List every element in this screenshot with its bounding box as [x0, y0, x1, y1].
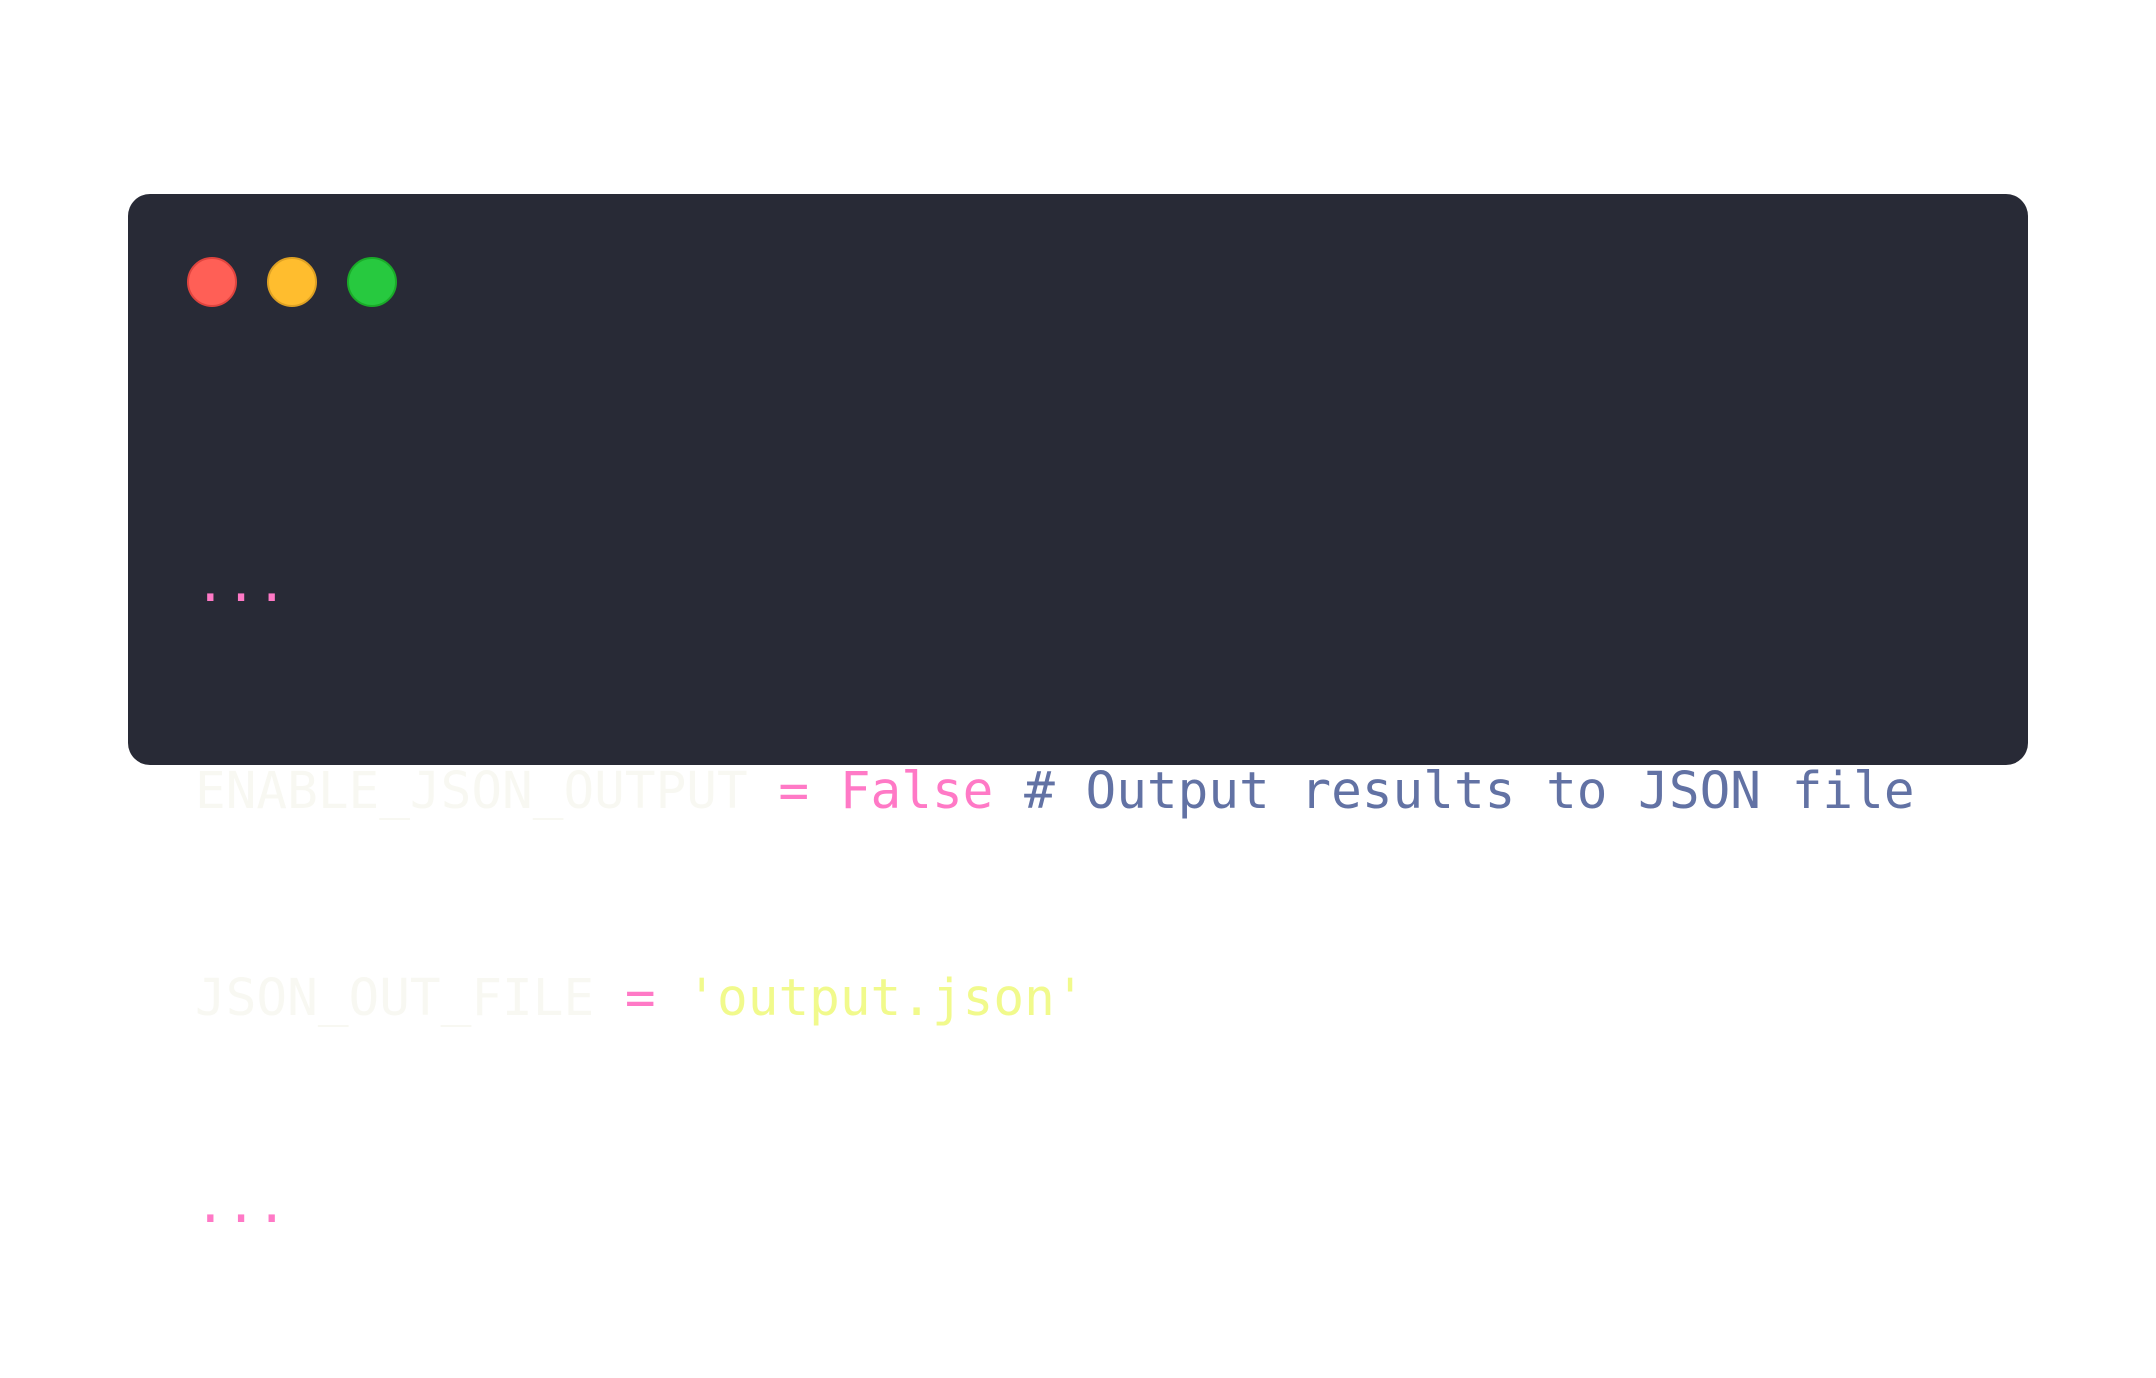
boolean-value: False [839, 762, 994, 821]
string-value: 'output.json' [686, 969, 1086, 1028]
ellipsis-top: ... [195, 555, 288, 614]
code-line-1: ... [195, 550, 1915, 619]
assign-operator: = [624, 969, 656, 1028]
identifier-enable-json-output: ENABLE_JSON_OUTPUT [195, 762, 748, 821]
code-line-4: ... [195, 1171, 1915, 1240]
code-line-2: ENABLE_JSON_OUTPUT = False # Output resu… [195, 757, 1915, 826]
maximize-dot-icon[interactable] [347, 257, 397, 307]
code-block: ... ENABLE_JSON_OUTPUT = False # Output … [195, 412, 1915, 1378]
code-line-3: JSON_OUT_FILE = 'output.json' [195, 964, 1915, 1033]
minimize-dot-icon[interactable] [267, 257, 317, 307]
close-dot-icon[interactable] [187, 257, 237, 307]
code-window: ... ENABLE_JSON_OUTPUT = False # Output … [128, 194, 2028, 1235]
window-controls [187, 257, 397, 307]
identifier-json-out-file: JSON_OUT_FILE [195, 969, 595, 1028]
ellipsis-bottom: ... [195, 1176, 288, 1235]
assign-operator: = [778, 762, 810, 821]
code-comment: # Output results to JSON file [1024, 762, 1915, 821]
